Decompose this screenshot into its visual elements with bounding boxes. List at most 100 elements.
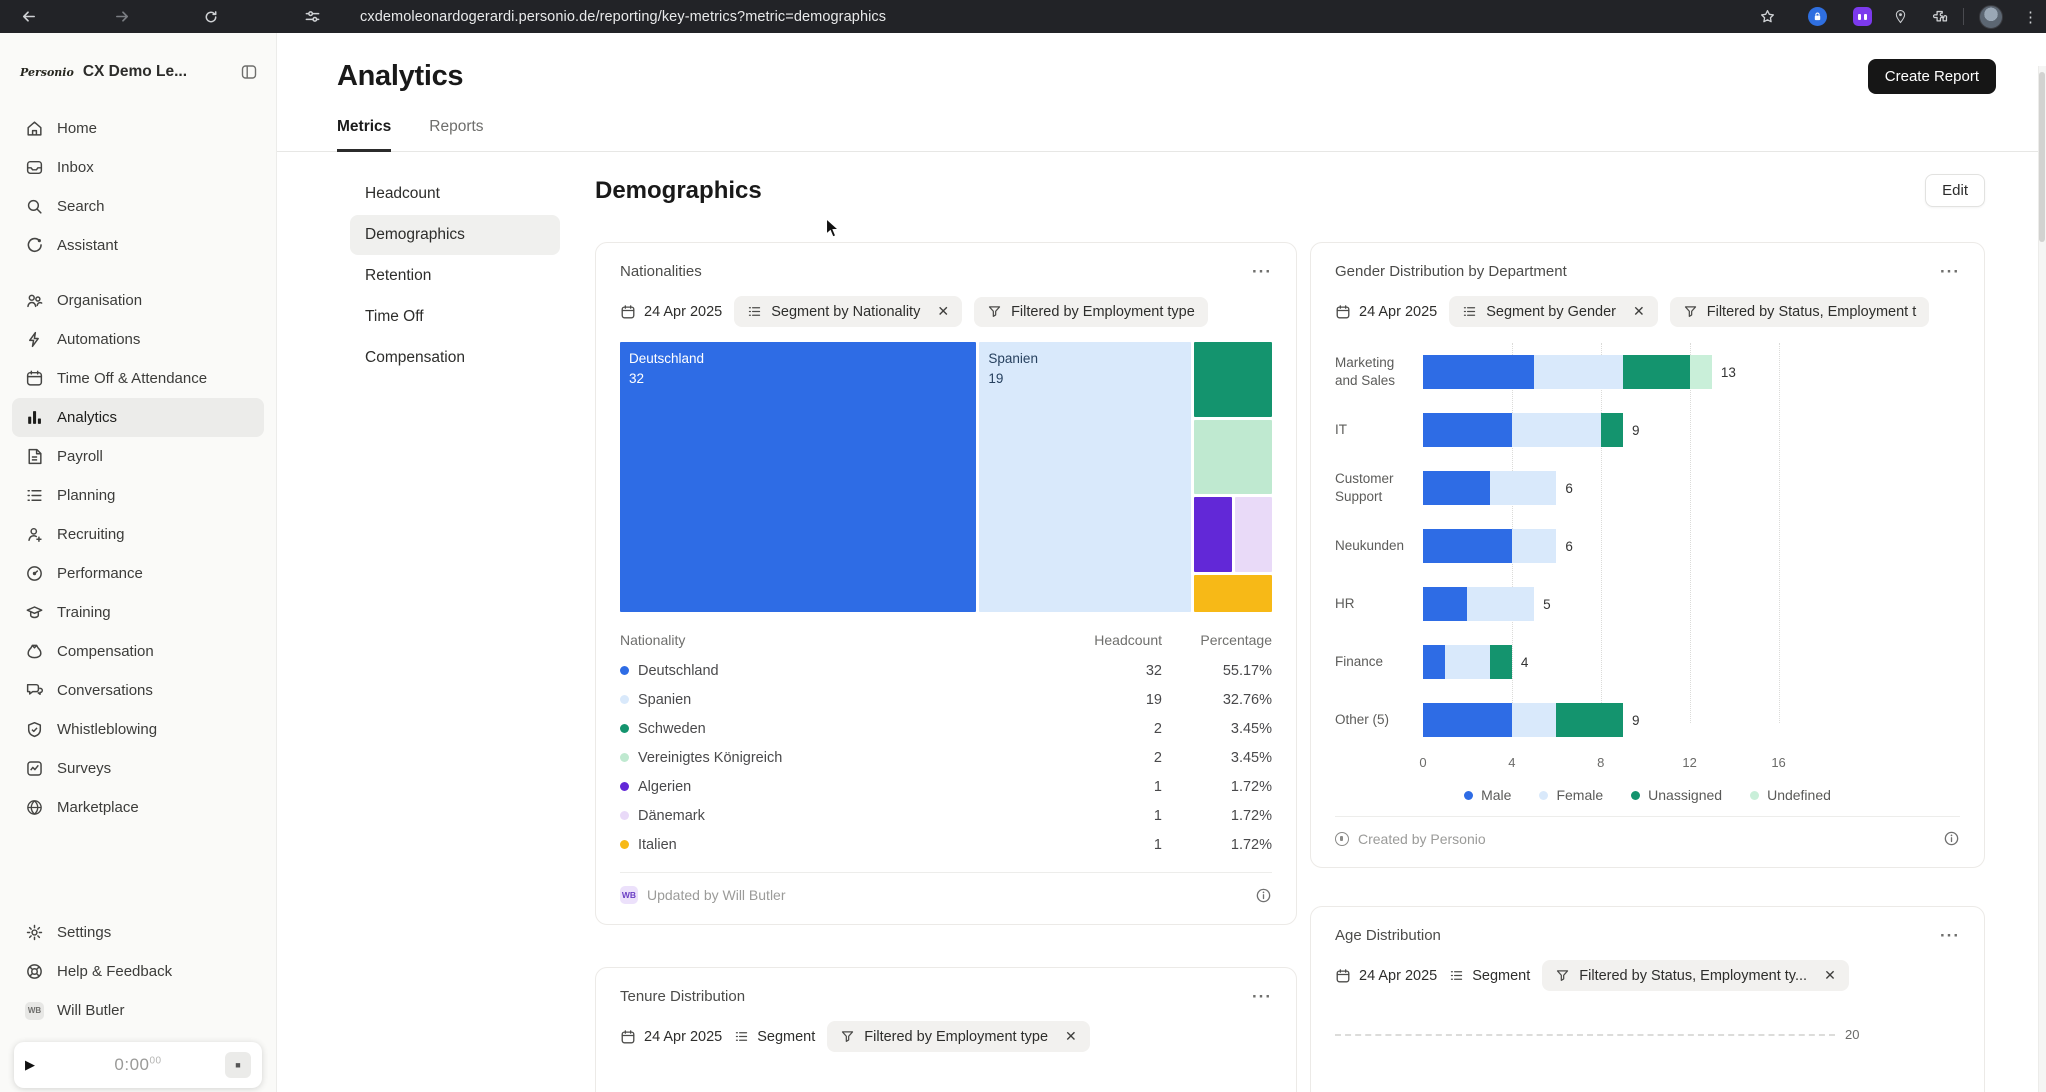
filter-chip[interactable]: Filtered by Status, Employment ty... ✕: [1542, 960, 1849, 991]
sidebar-item-search[interactable]: Search: [12, 187, 264, 226]
sidebar-item-inbox[interactable]: Inbox: [12, 148, 264, 187]
sidebar-item-performance[interactable]: Performance: [12, 554, 264, 593]
create-report-button[interactable]: Create Report: [1868, 59, 1996, 94]
browser-back-button[interactable]: [16, 4, 41, 29]
tab-metrics[interactable]: Metrics: [337, 118, 391, 152]
sidebar-item-help-feedback[interactable]: Help & Feedback: [12, 952, 264, 991]
extension-1password-button[interactable]: [1805, 4, 1830, 29]
segment-chip[interactable]: Segment by Gender ✕: [1449, 296, 1658, 327]
sidebar-item-assistant[interactable]: Assistant: [12, 226, 264, 265]
sidebar-item-marketplace[interactable]: Marketplace: [12, 788, 264, 827]
sidebar-item-training[interactable]: Training: [12, 593, 264, 632]
bar-segment-female[interactable]: [1512, 413, 1601, 447]
extensions-menu-button[interactable]: [1928, 4, 1953, 29]
location-pin-button[interactable]: [1888, 4, 1913, 29]
nationality-row[interactable]: Spanien 19 32.76%: [620, 685, 1272, 714]
sidebar-item-conversations[interactable]: Conversations: [12, 671, 264, 710]
bar-segment-male[interactable]: [1423, 587, 1467, 621]
nationality-row[interactable]: Dänemark 1 1.72%: [620, 801, 1272, 830]
remove-filter-button[interactable]: ✕: [1065, 1028, 1077, 1045]
treemap-block-Deutschland[interactable]: Deutschland32: [620, 342, 976, 612]
treemap-block-Dänemark[interactable]: [1235, 497, 1272, 572]
stop-button[interactable]: ■: [225, 1052, 251, 1078]
edit-button[interactable]: Edit: [1925, 174, 1985, 207]
sidebar-item-surveys[interactable]: Surveys: [12, 749, 264, 788]
subnav-item-retention[interactable]: Retention: [350, 256, 560, 296]
sidebar-item-organisation[interactable]: Organisation: [12, 281, 264, 320]
extension-purple-button[interactable]: [1850, 4, 1875, 29]
sidebar-item-time-off-attendance[interactable]: Time Off & Attendance: [12, 359, 264, 398]
segment-label[interactable]: Segment: [734, 1029, 815, 1045]
bar-segment-undefined[interactable]: [1690, 355, 1712, 389]
url-bar[interactable]: cxdemoleonardogerardi.personio.de/report…: [360, 0, 886, 33]
browser-forward-button[interactable]: [110, 4, 135, 29]
treemap-block-Italien[interactable]: [1194, 575, 1272, 612]
sidebar-item-analytics[interactable]: Analytics: [12, 398, 264, 437]
sidebar-item-whistleblowing[interactable]: Whistleblowing: [12, 710, 264, 749]
sidebar-item-user-profile[interactable]: WB Will Butler: [12, 991, 264, 1030]
bar-segment-male[interactable]: [1423, 645, 1445, 679]
card-menu-button[interactable]: ···: [1940, 931, 1960, 941]
filter-chip[interactable]: Filtered by Status, Employment t: [1670, 297, 1930, 327]
nationality-row[interactable]: Deutschland 32 55.17%: [620, 656, 1272, 685]
nationality-row[interactable]: Italien 1 1.72%: [620, 830, 1272, 859]
treemap-block-Algerien[interactable]: [1194, 497, 1231, 572]
card-menu-button[interactable]: ···: [1940, 267, 1960, 277]
bar-segment-female[interactable]: [1534, 355, 1623, 389]
scrollbar-thumb[interactable]: [2039, 72, 2045, 242]
site-settings-button[interactable]: [300, 4, 325, 29]
bar-segment-unassigned[interactable]: [1601, 413, 1623, 447]
bar-segment-unassigned[interactable]: [1490, 645, 1512, 679]
browser-reload-button[interactable]: [198, 4, 223, 29]
treemap-block-Schweden[interactable]: [1194, 342, 1272, 417]
info-button[interactable]: [1255, 887, 1272, 904]
bar-segment-female[interactable]: [1467, 587, 1534, 621]
sidebar-item-compensation[interactable]: Compensation: [12, 632, 264, 671]
sidebar-item-automations[interactable]: Automations: [12, 320, 264, 359]
treemap-block-Spanien[interactable]: Spanien19: [979, 342, 1191, 612]
browser-menu-button[interactable]: ⋮: [2018, 4, 2043, 29]
date-filter[interactable]: 24 Apr 2025: [1335, 968, 1437, 984]
card-menu-button[interactable]: ···: [1252, 992, 1272, 1002]
segment-chip[interactable]: Segment by Nationality ✕: [734, 296, 962, 327]
treemap-block-Vereinigtes Königreich[interactable]: [1194, 420, 1272, 495]
nationality-row[interactable]: Schweden 2 3.45%: [620, 714, 1272, 743]
card-menu-button[interactable]: ···: [1252, 267, 1272, 277]
remove-filter-button[interactable]: ✕: [1824, 967, 1836, 984]
profile-avatar[interactable]: [1978, 4, 2003, 29]
bar-segment-male[interactable]: [1423, 413, 1512, 447]
bookmark-star-button[interactable]: [1755, 4, 1780, 29]
date-filter[interactable]: 24 Apr 2025: [620, 304, 722, 320]
bar-segment-male[interactable]: [1423, 355, 1534, 389]
play-button[interactable]: ▶: [25, 1057, 51, 1073]
subnav-item-demographics[interactable]: Demographics: [350, 215, 560, 255]
bar-segment-male[interactable]: [1423, 529, 1512, 563]
scrollbar[interactable]: [2038, 66, 2046, 1092]
subnav-item-compensation[interactable]: Compensation: [350, 338, 560, 378]
filter-chip[interactable]: Filtered by Employment type: [974, 297, 1208, 327]
nationality-row[interactable]: Vereinigtes Königreich 2 3.45%: [620, 743, 1272, 772]
remove-segment-button[interactable]: ✕: [1633, 303, 1645, 320]
sidebar-item-recruiting[interactable]: Recruiting: [12, 515, 264, 554]
bar-segment-unassigned[interactable]: [1623, 355, 1690, 389]
bar-segment-female[interactable]: [1445, 645, 1489, 679]
remove-segment-button[interactable]: ✕: [937, 303, 949, 320]
sidebar-item-payroll[interactable]: Payroll: [12, 437, 264, 476]
date-filter[interactable]: 24 Apr 2025: [1335, 304, 1437, 320]
segment-label[interactable]: Segment: [1449, 968, 1530, 984]
sidebar-item-planning[interactable]: Planning: [12, 476, 264, 515]
subnav-item-headcount[interactable]: Headcount: [350, 174, 560, 214]
info-button[interactable]: [1943, 830, 1960, 847]
bar-segment-female[interactable]: [1512, 529, 1556, 563]
bar-segment-male[interactable]: [1423, 471, 1490, 505]
filter-chip[interactable]: Filtered by Employment type ✕: [827, 1021, 1089, 1052]
sidebar-item-home[interactable]: Home: [12, 109, 264, 148]
date-filter[interactable]: 24 Apr 2025: [620, 1029, 722, 1045]
sidebar-item-settings[interactable]: Settings: [12, 913, 264, 952]
sidebar-collapse-button[interactable]: [240, 63, 258, 81]
bar-segment-unassigned[interactable]: [1556, 703, 1623, 737]
bar-segment-female[interactable]: [1512, 703, 1556, 737]
bar-segment-female[interactable]: [1490, 471, 1557, 505]
bar-segment-male[interactable]: [1423, 703, 1512, 737]
subnav-item-time-off[interactable]: Time Off: [350, 297, 560, 337]
